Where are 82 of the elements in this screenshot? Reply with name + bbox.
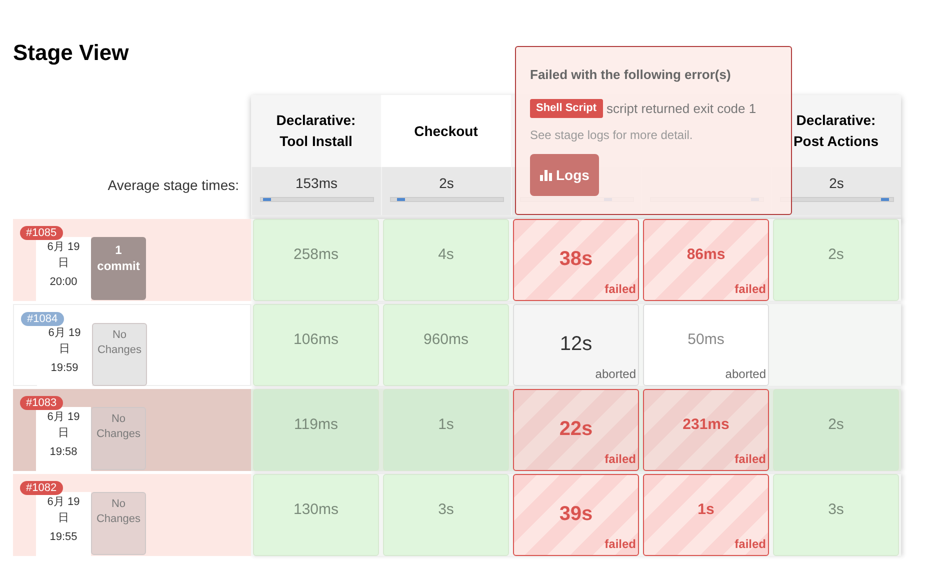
stage-time: 39s [559, 502, 593, 527]
build-time: 19:58 [50, 445, 78, 460]
stage-time: 22s [559, 417, 593, 442]
status-label: failed [734, 451, 766, 468]
stage-header: Checkout [414, 122, 478, 140]
stage-header: Declarative: Tool Install [275, 111, 357, 151]
stage-cell[interactable]: 50ms aborted [643, 304, 769, 386]
status-label: failed [604, 281, 636, 298]
stage-cell[interactable]: 258ms [253, 219, 379, 301]
stage-time: 2s [828, 245, 844, 265]
error-tag: Shell Script [530, 99, 603, 118]
stage-time: 3s [438, 500, 454, 520]
logs-button[interactable]: Logs [530, 154, 600, 196]
stage-cell[interactable]: 231ms failed [643, 389, 769, 471]
status-label: failed [734, 281, 766, 298]
changes-box[interactable]: No Changes [92, 323, 147, 386]
stage-time: 231ms [682, 415, 730, 435]
stage-time: 1s [438, 415, 454, 435]
status-label: aborted [595, 366, 636, 383]
build-date: 6月 19 日 [46, 240, 81, 271]
popup-title: Failed with the following error(s) [530, 66, 732, 84]
stage-time: 258ms [293, 245, 339, 265]
build-badge[interactable]: #1082 [20, 481, 63, 495]
stage-cell[interactable]: 3s [773, 474, 899, 556]
stage-time: 3s [828, 500, 844, 520]
stage-cell[interactable]: 960ms [383, 304, 509, 386]
build-date: 6月 19 日 [46, 495, 81, 526]
status-label: failed [604, 451, 636, 468]
popup-hint: See stage logs for more detail. [530, 127, 694, 144]
stage-time: 2s [828, 415, 844, 435]
changes-box[interactable]: No Changes [91, 407, 146, 470]
changes-box[interactable]: No Changes [91, 492, 146, 555]
stage-time: 86ms [686, 245, 726, 265]
stage-time: 119ms [294, 415, 338, 435]
page-title: Stage View [13, 39, 130, 67]
changes-box[interactable]: 1 commit [91, 237, 146, 300]
status-label: aborted [725, 366, 766, 383]
stage-cell[interactable]: 130ms [253, 474, 379, 556]
build-badge[interactable]: #1084 [21, 312, 64, 326]
stage-cell[interactable]: 22s failed [513, 389, 639, 471]
commit-label: commit [97, 258, 140, 274]
build-row[interactable]: 6月 19 日 19:55 No Changes #1082 [13, 474, 251, 556]
build-badge[interactable]: #1083 [20, 396, 63, 410]
build-row[interactable]: 6月 19 日 19:59 No Changes #1084 [13, 304, 251, 386]
build-time: 19:59 [50, 361, 78, 376]
build-row[interactable]: 6月 19 日 19:58 No Changes #1083 [13, 389, 251, 471]
build-time: 19:55 [50, 530, 78, 545]
stage-cell[interactable]: 2s [773, 219, 899, 301]
stage-time: 106ms [293, 330, 339, 350]
build-time: 20:00 [50, 275, 78, 290]
stage-time: 1s [698, 500, 714, 520]
stage-time: 960ms [423, 330, 469, 350]
build-badge[interactable]: #1085 [20, 226, 63, 240]
stage-cell[interactable]: 1s [383, 389, 509, 471]
average-time: 2s [829, 175, 844, 191]
stage-cell[interactable]: 3s [383, 474, 509, 556]
stage-cell[interactable]: 12s aborted [513, 304, 639, 386]
status-label: failed [734, 536, 766, 553]
stage-time: 50ms [688, 330, 724, 350]
average-time: 153ms [295, 175, 338, 191]
stage-time: 12s [560, 332, 592, 357]
commit-count: 1 [115, 242, 122, 258]
build-row[interactable]: 6月 19 日 20:00 1 commit #1085 [13, 219, 251, 301]
build-date: 6月 19 日 [47, 326, 82, 357]
bar-chart-icon [540, 169, 552, 181]
status-label: failed [604, 536, 636, 553]
error-message: script returned exit code 1 [606, 100, 756, 118]
stage-cell[interactable]: 86ms failed [643, 219, 769, 301]
stage-cell[interactable]: 1s failed [643, 474, 769, 556]
build-date: 6月 19 日 [46, 410, 81, 441]
stage-time: 38s [559, 247, 593, 272]
stage-cell[interactable]: 2s [773, 389, 899, 471]
average-time: 2s [439, 175, 454, 191]
stage-cell[interactable]: 39s failed [513, 474, 639, 556]
stage-cell[interactable]: 119ms [253, 389, 379, 471]
stage-cell[interactable]: 106ms [253, 304, 379, 386]
stage-time: 130ms [293, 500, 339, 520]
stage-header: Declarative: Post Actions [792, 111, 880, 151]
stage-time: 4s [438, 245, 454, 265]
average-label: Average stage times: [108, 176, 239, 195]
stage-cell[interactable]: 4s [383, 219, 509, 301]
stage-cell[interactable]: 38s failed [513, 219, 639, 301]
